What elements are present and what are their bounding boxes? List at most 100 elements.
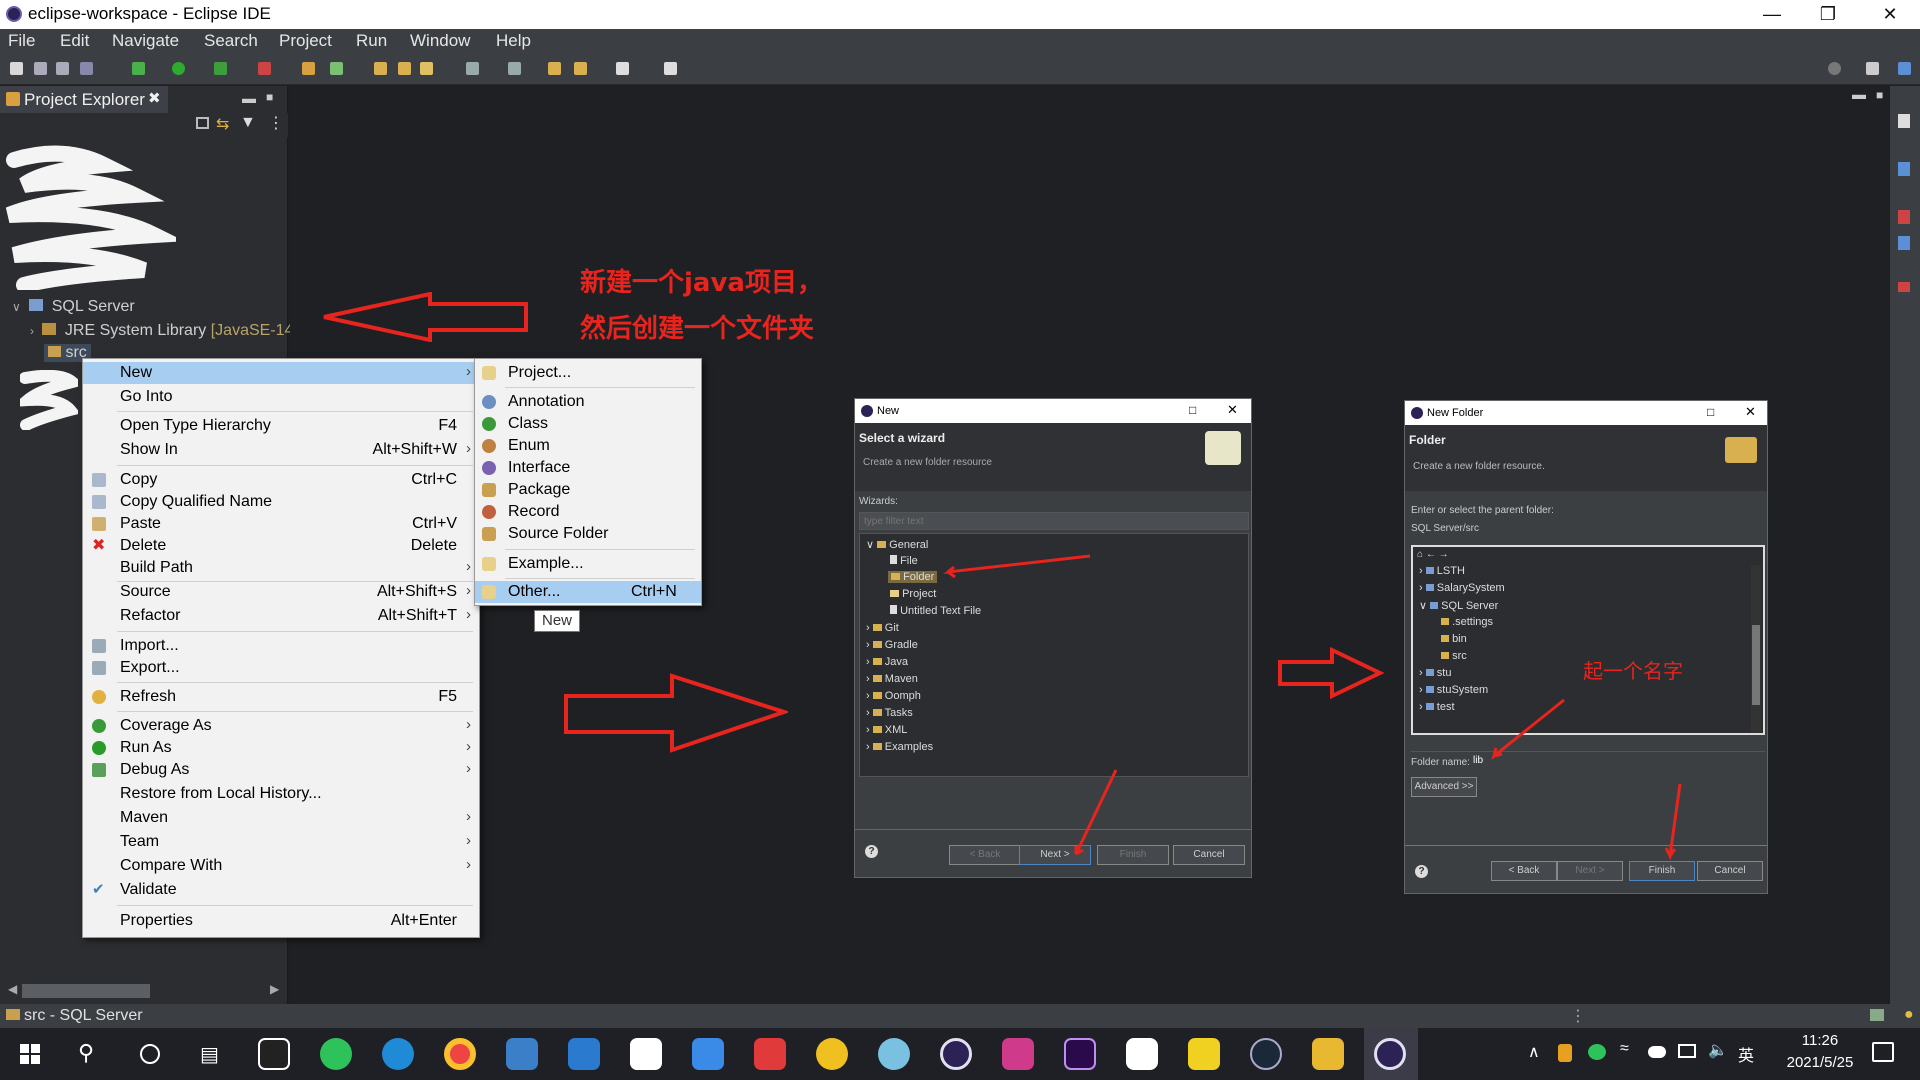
restore-button[interactable]: ❐ [1800, 0, 1856, 29]
qq-icon[interactable] [258, 1038, 290, 1070]
save-all-icon[interactable] [56, 62, 69, 75]
tree-node-src[interactable]: src [1441, 650, 1467, 662]
dialog-close-icon[interactable]: ✕ [1745, 404, 1756, 420]
external-tools-icon[interactable] [258, 62, 271, 75]
open-task-icon[interactable] [398, 62, 411, 75]
menu-item-validate[interactable]: ✔ Validate [83, 879, 479, 901]
steam-icon[interactable] [1250, 1038, 1282, 1070]
tree-node-java[interactable]: › Java [866, 656, 908, 668]
premiere-icon[interactable] [1064, 1038, 1096, 1070]
submenu-item-source-folder[interactable]: Source Folder [475, 523, 701, 545]
menu-item-maven[interactable]: Maven › [83, 807, 479, 829]
close-tab-icon[interactable]: ✖ [148, 89, 161, 107]
folder-next-button[interactable]: Next > [1557, 861, 1623, 881]
windows-start-icon[interactable] [20, 1044, 40, 1064]
dialog-maximize-icon[interactable]: □ [1189, 403, 1196, 417]
javadoc-icon[interactable] [1898, 236, 1910, 250]
tree-node-test[interactable]: › test [1419, 701, 1455, 713]
link-editor-icon[interactable]: ⇆ [216, 114, 229, 134]
tree-node-examples[interactable]: › Examples [866, 741, 933, 753]
search-icon[interactable]: ⚲ [78, 1040, 94, 1066]
clock-time[interactable]: 11:26 [1782, 1032, 1858, 1049]
tree-node-stu[interactable]: › stu [1419, 667, 1451, 679]
submenu-item-other[interactable]: Other... Ctrl+N [475, 581, 701, 603]
parent-folder-input[interactable]: SQL Server/src [1411, 523, 1479, 534]
potplayer-icon[interactable] [1188, 1038, 1220, 1070]
eclipse-icon[interactable] [940, 1038, 972, 1070]
task-list-icon[interactable] [1898, 162, 1910, 176]
menu-item-build-path[interactable]: Build Path › [83, 557, 479, 579]
view-menu-icon[interactable]: ⋮ [268, 113, 284, 133]
menu-item-copy-qualified-name[interactable]: Copy Qualified Name [83, 491, 479, 513]
save-icon[interactable] [34, 62, 47, 75]
wechat-tray-icon[interactable] [1588, 1044, 1606, 1060]
cortana-icon[interactable] [140, 1044, 160, 1064]
run-icon[interactable] [172, 62, 185, 75]
clock-date[interactable]: 2021/5/25 [1776, 1054, 1864, 1071]
tree-node-xml[interactable]: › XML [866, 724, 907, 736]
menu-item-debug-as[interactable]: Debug As › [83, 759, 479, 781]
menu-item-restore-history[interactable]: Restore from Local History... [83, 783, 479, 805]
submenu-item-project[interactable]: Project... [475, 362, 701, 384]
submenu-item-enum[interactable]: Enum [475, 435, 701, 457]
task-view-icon[interactable]: ▤ [200, 1042, 219, 1067]
onedrive-icon[interactable] [1648, 1046, 1666, 1058]
minimize-view-icon[interactable]: ▬ [242, 90, 256, 106]
menu-item-coverage-as[interactable]: Coverage As › [83, 715, 479, 737]
tree-node-general[interactable]: ∨ General [866, 538, 928, 551]
maximize-view-icon[interactable]: ■ [266, 90, 273, 104]
filter-icon[interactable]: ▼ [240, 114, 256, 132]
edge-icon[interactable] [382, 1038, 414, 1070]
next-annotation-icon[interactable] [508, 62, 521, 75]
store-icon[interactable] [506, 1038, 538, 1070]
error-log-icon[interactable] [1898, 282, 1910, 292]
menu-item-copy[interactable]: Copy Ctrl+C [83, 469, 479, 491]
tip-icon[interactable]: ● [1904, 1006, 1914, 1024]
menu-search[interactable]: Search [204, 31, 258, 51]
menu-project[interactable]: Project [279, 31, 332, 51]
filter-input[interactable] [859, 512, 1249, 530]
dialog-close-icon[interactable]: ✕ [1227, 402, 1238, 418]
submenu-item-annotation[interactable]: Annotation [475, 391, 701, 413]
menu-item-import[interactable]: Import... [83, 635, 479, 657]
menu-item-refactor[interactable]: Refactor Alt+Shift+T › [83, 605, 479, 627]
tree-node-bin[interactable]: bin [1441, 633, 1467, 645]
flower-app-icon[interactable] [878, 1038, 910, 1070]
help-icon[interactable]: ? [865, 845, 878, 858]
submenu-item-package[interactable]: Package [475, 479, 701, 501]
notification-icon[interactable] [1872, 1042, 1894, 1062]
submenu-item-example[interactable]: Example... [475, 553, 701, 575]
baidu-netdisk-icon[interactable] [1126, 1038, 1158, 1070]
tree-scrollbar[interactable] [1751, 565, 1761, 733]
open-type-icon[interactable] [374, 62, 387, 75]
folder-back-button[interactable]: < Back [1491, 861, 1557, 881]
menu-item-new[interactable]: New › [83, 362, 479, 384]
submenu-item-class[interactable]: Class [475, 413, 701, 435]
search-icon[interactable] [1828, 62, 1841, 75]
yellow-app-icon[interactable] [816, 1038, 848, 1070]
scroll-right-icon[interactable]: ▶ [270, 982, 279, 996]
menu-item-properties[interactable]: Properties Alt+Enter [83, 910, 479, 932]
horizontal-scrollbar[interactable]: ◀ ▶ [4, 982, 282, 1000]
volume-icon[interactable]: 🔈 [1708, 1040, 1728, 1060]
coverage-icon[interactable] [214, 62, 227, 75]
tree-node-salarysystem[interactable]: › SalarySystem [1419, 582, 1505, 594]
pin-editor-icon[interactable] [664, 62, 677, 75]
minimize-button[interactable]: — [1744, 0, 1800, 29]
menu-item-refresh[interactable]: Refresh F5 [83, 686, 479, 708]
submenu-item-interface[interactable]: Interface [475, 457, 701, 479]
advanced-button[interactable]: Advanced >> [1411, 777, 1477, 797]
forward-icon[interactable] [616, 62, 629, 75]
battery-icon[interactable] [1678, 1044, 1696, 1058]
open-perspective-icon[interactable] [1866, 62, 1879, 75]
collapse-all-icon[interactable] [196, 117, 209, 129]
tree-node-oomph[interactable]: › Oomph [866, 690, 921, 702]
annotation-icon[interactable] [466, 62, 479, 75]
tree-node-lsth[interactable]: › LSTH [1419, 565, 1465, 577]
menu-navigate[interactable]: Navigate [112, 31, 179, 51]
menu-item-go-into[interactable]: Go Into [83, 386, 479, 408]
folder-finish-button[interactable]: Finish [1629, 861, 1695, 881]
menu-file[interactable]: File [8, 31, 35, 51]
tray-expand-icon[interactable]: ∧ [1528, 1042, 1540, 1062]
menu-item-team[interactable]: Team › [83, 831, 479, 853]
